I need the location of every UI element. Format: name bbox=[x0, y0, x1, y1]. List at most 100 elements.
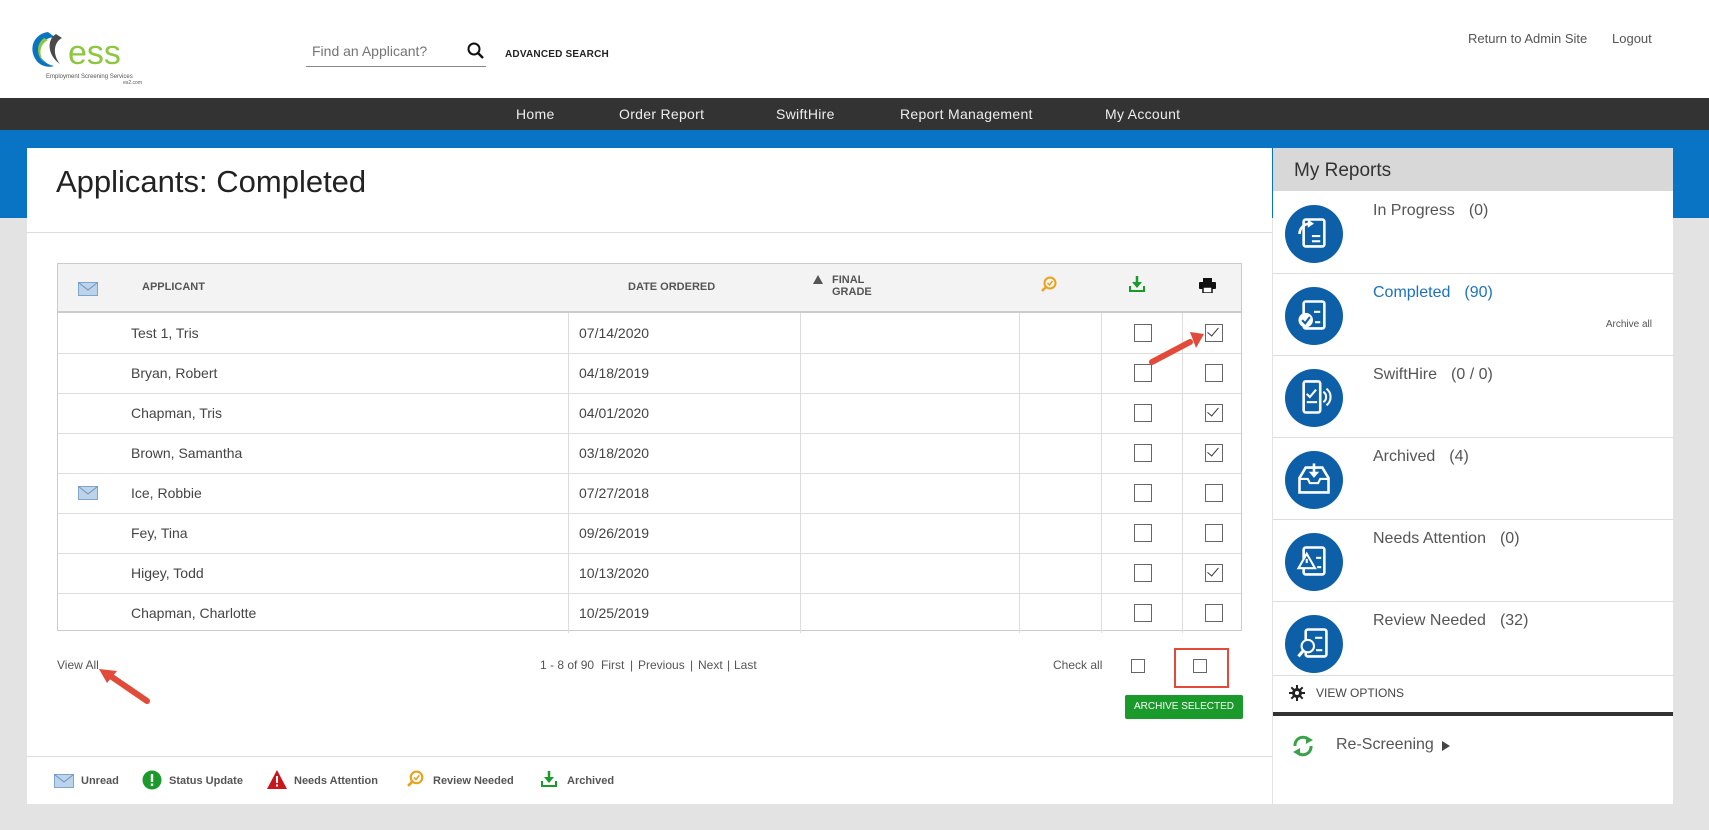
archive-checkbox[interactable] bbox=[1134, 364, 1152, 382]
search-box bbox=[306, 38, 486, 67]
date-ordered-value: 09/26/2019 bbox=[579, 525, 650, 541]
return-admin-link[interactable]: Return to Admin Site bbox=[1468, 31, 1587, 46]
review-cell bbox=[1020, 353, 1102, 393]
date-ordered-value: 10/25/2019 bbox=[579, 605, 650, 621]
view-options-button[interactable]: VIEW OPTIONS bbox=[1273, 674, 1673, 716]
applicant-name-link[interactable]: Bryan, Robert bbox=[131, 365, 217, 381]
archive-download-icon bbox=[541, 771, 557, 787]
sidebar-item-in-progress[interactable]: In Progress (0) bbox=[1273, 192, 1673, 274]
archive-checkbox[interactable] bbox=[1134, 604, 1152, 622]
applicant-name-link[interactable]: Ice, Robbie bbox=[131, 485, 202, 501]
review-cell bbox=[1020, 433, 1102, 473]
grade-cell bbox=[801, 513, 1020, 553]
my-reports-sidebar: My Reports In Progress (0) Completed (90) Ar… bbox=[1273, 148, 1673, 804]
table-row[interactable]: Brown, Samantha 03/18/2020 bbox=[58, 433, 1241, 474]
in-progress-icon bbox=[1285, 205, 1343, 263]
table-row[interactable]: Chapman, Charlotte 10/25/2019 bbox=[58, 593, 1241, 633]
search-input[interactable] bbox=[310, 42, 464, 60]
nav-report-management[interactable]: Report Management bbox=[900, 106, 1033, 122]
table-row[interactable]: Ice, Robbie 07/27/2018 bbox=[58, 473, 1241, 514]
archive-checkbox[interactable] bbox=[1134, 564, 1152, 582]
review-cell bbox=[1020, 593, 1102, 633]
sidebar-item-label: Review Needed (32) bbox=[1373, 612, 1528, 630]
nav-my-account[interactable]: My Account bbox=[1105, 106, 1180, 122]
sidebar-item-completed[interactable]: Completed (90) Archive all bbox=[1273, 274, 1673, 356]
print-checkbox[interactable] bbox=[1205, 484, 1223, 502]
col-final-grade[interactable]: FINAL GRADE bbox=[832, 274, 872, 298]
page-title: Applicants: Completed bbox=[56, 164, 367, 199]
print-checkbox[interactable] bbox=[1205, 604, 1223, 622]
sidebar-item-label: In Progress (0) bbox=[1373, 202, 1488, 220]
table-row[interactable]: Test 1, Tris 07/14/2020 bbox=[58, 313, 1241, 354]
envelope-icon bbox=[54, 774, 74, 788]
archive-checkbox[interactable] bbox=[1134, 524, 1152, 542]
archive-selected-button[interactable]: ARCHIVE SELECTED bbox=[1125, 695, 1243, 719]
archive-all-link[interactable]: Archive all bbox=[1606, 319, 1652, 330]
grade-cell bbox=[801, 593, 1020, 633]
table-row[interactable]: Fey, Tina 09/26/2019 bbox=[58, 513, 1241, 554]
sidebar-item-archived[interactable]: Archived (4) bbox=[1273, 438, 1673, 520]
search-icon[interactable] bbox=[466, 41, 486, 61]
sidebar-item-needs-attention[interactable]: Needs Attention (0) bbox=[1273, 520, 1673, 602]
applicant-name-link[interactable]: Brown, Samantha bbox=[131, 445, 242, 461]
advanced-search-link[interactable]: ADVANCED SEARCH bbox=[505, 49, 609, 60]
nav-swifthire[interactable]: SwiftHire bbox=[776, 106, 835, 122]
sidebar-item-label: Completed (90) bbox=[1373, 284, 1493, 302]
date-ordered-value: 07/14/2020 bbox=[579, 325, 650, 341]
archived-icon bbox=[1285, 451, 1343, 509]
col-applicant[interactable]: APPLICANT bbox=[142, 281, 205, 293]
archive-checkbox[interactable] bbox=[1134, 484, 1152, 502]
envelope-icon bbox=[78, 282, 98, 296]
sidebar-item-name: Review Needed bbox=[1373, 612, 1486, 629]
nav-order-report[interactable]: Order Report bbox=[619, 106, 704, 122]
grade-cell bbox=[801, 473, 1020, 513]
grade-cell bbox=[801, 433, 1020, 473]
date-ordered-value: 10/13/2020 bbox=[579, 565, 650, 581]
review-needed-icon bbox=[1285, 615, 1343, 673]
nav-home[interactable]: Home bbox=[516, 106, 555, 122]
archive-checkbox[interactable] bbox=[1134, 444, 1152, 462]
applicants-table: APPLICANT DATE ORDERED FINAL GRADE Test … bbox=[57, 263, 1242, 633]
pager-separator: | bbox=[727, 658, 731, 672]
pagination-last[interactable]: Last bbox=[734, 658, 757, 672]
pagination-next[interactable]: Next bbox=[698, 658, 723, 672]
status-update-icon bbox=[142, 770, 162, 790]
rescreening-link[interactable]: Re-Screening bbox=[1273, 716, 1673, 776]
grade-cell bbox=[801, 313, 1020, 353]
refresh-icon bbox=[1293, 735, 1313, 757]
date-ordered-value: 03/18/2020 bbox=[579, 445, 650, 461]
view-all-link[interactable]: View All bbox=[57, 658, 99, 672]
pagination-range: 1 - 8 of 90 bbox=[540, 658, 595, 672]
rescreening-label: Re-Screening bbox=[1336, 736, 1434, 753]
logout-link[interactable]: Logout bbox=[1612, 31, 1652, 46]
sidebar-item-swifthire[interactable]: SwiftHire (0 / 0) bbox=[1273, 356, 1673, 438]
archive-checkbox[interactable] bbox=[1134, 404, 1152, 422]
pagination-previous[interactable]: Previous bbox=[638, 658, 685, 672]
table-row[interactable]: Higey, Todd 10/13/2020 bbox=[58, 553, 1241, 594]
print-checkbox[interactable] bbox=[1205, 444, 1223, 462]
applicant-name-link[interactable]: Higey, Todd bbox=[131, 565, 204, 581]
sidebar-item-count: (32) bbox=[1499, 612, 1529, 629]
main-panel: Applicants: Completed APPLICANT DATE ORD… bbox=[27, 148, 1272, 804]
sort-asc-icon[interactable] bbox=[813, 275, 823, 284]
print-checkbox[interactable] bbox=[1205, 364, 1223, 382]
table-row[interactable]: Bryan, Robert 04/18/2019 bbox=[58, 353, 1241, 394]
print-checkbox[interactable] bbox=[1205, 564, 1223, 582]
applicant-name-link[interactable]: Chapman, Charlotte bbox=[131, 605, 256, 621]
print-checkbox[interactable] bbox=[1205, 404, 1223, 422]
table-row[interactable]: Chapman, Tris 04/01/2020 bbox=[58, 393, 1241, 434]
print-checkbox[interactable] bbox=[1205, 524, 1223, 542]
completed-icon bbox=[1285, 287, 1343, 345]
pagination-first[interactable]: First bbox=[601, 658, 624, 672]
col-date-ordered[interactable]: DATE ORDERED bbox=[628, 281, 715, 293]
applicant-name-link[interactable]: Chapman, Tris bbox=[131, 405, 222, 421]
gear-icon bbox=[1289, 685, 1305, 701]
check-all-archive-checkbox[interactable] bbox=[1131, 659, 1145, 673]
logo-subtitle: Employment Screening Services es2.com bbox=[46, 74, 142, 86]
date-ordered-value: 04/01/2020 bbox=[579, 405, 650, 421]
print-checkbox[interactable] bbox=[1205, 324, 1223, 342]
sidebar-item-count: (4) bbox=[1449, 448, 1469, 465]
applicant-name-link[interactable]: Test 1, Tris bbox=[131, 325, 199, 341]
applicant-name-link[interactable]: Fey, Tina bbox=[131, 525, 188, 541]
sidebar-item-review-needed[interactable]: Review Needed (32) bbox=[1273, 602, 1673, 676]
